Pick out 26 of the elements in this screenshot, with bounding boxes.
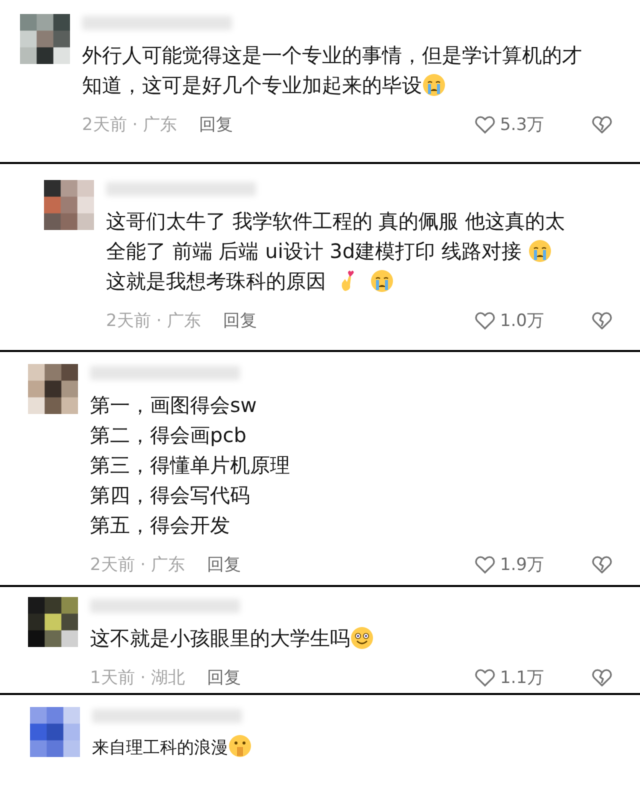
time-location: 2天前 · 广东 [90,554,186,576]
reply-button[interactable]: 回复 [207,552,242,576]
like-button[interactable]: 5.3万 [472,112,544,136]
time-location: 2天前 · 广东 [106,310,202,332]
crying-face-icon [370,269,394,293]
comment-line: 第五，得会开发 [90,512,230,539]
comment-text: 来自理工科的浪漫 [92,733,620,763]
reply-button[interactable]: 回复 [199,112,234,136]
comment-line: 第四，得会写代码 [90,482,250,509]
comment-text: 这不就是小孩眼里的大学生吗 [90,623,620,653]
reply-button[interactable]: 回复 [207,666,242,688]
comment-line: 第一，画图得会sw [90,392,257,419]
comment-line: 第三，得懂单片机原理 [90,452,290,479]
crying-face-icon [528,239,552,263]
time-location: 2天前 · 广东 [82,114,178,136]
reply-button[interactable]: 回复 [223,308,258,332]
comment-text: 这哥们太牛了 我学软件工程的 真的佩服 他这真的太全能了 前端 后端 ui设计 3d建模打印 线路对接 这就是我想考珠科的原因 [106,208,566,295]
like-button[interactable]: 1.1万 [472,665,544,689]
time-location: 1天前 · 湖北 [90,666,186,688]
like-button[interactable]: 1.9万 [472,552,544,576]
crying-face-icon [422,73,446,97]
like-button[interactable]: 1.0万 [472,308,544,332]
face-with-hand-icon [228,734,252,758]
dizzy-face-icon [350,626,374,650]
comment-line: 第二，得会画pcb [90,422,246,449]
comment-text: 外行人可能觉得这是一个专业的事情，但是学计算机的才知道，这可是好几个专业加起来的毕设 [82,42,583,99]
